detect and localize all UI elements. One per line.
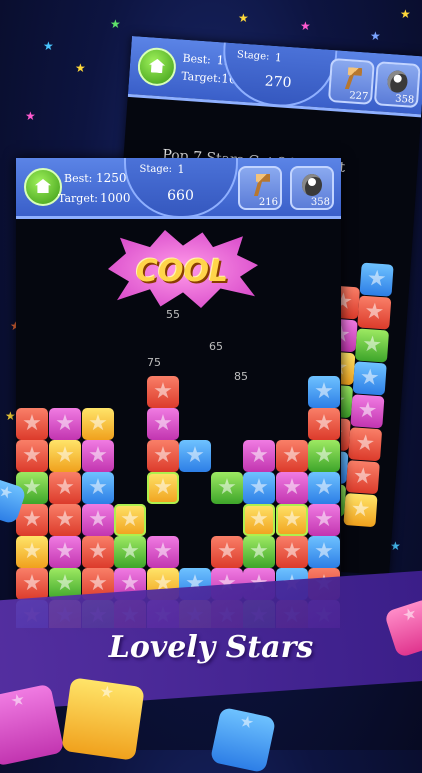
best-label: Best: xyxy=(182,51,212,67)
front-game-screen: Best: 12508 Target: 1000 Stage: 1 660 21… xyxy=(16,158,341,628)
stage-label: Stage: xyxy=(236,49,270,63)
star-tile[interactable] xyxy=(276,536,308,568)
bomb-button[interactable]: 358 xyxy=(373,61,421,109)
star-tile[interactable] xyxy=(343,493,378,528)
star-tile[interactable] xyxy=(16,536,48,568)
floating-points: 75 xyxy=(147,356,161,369)
star-icon: ★ xyxy=(5,409,16,423)
target-label: Target: xyxy=(58,192,98,205)
star-tile[interactable] xyxy=(243,472,275,504)
star-tile[interactable] xyxy=(354,328,390,363)
star-tile[interactable] xyxy=(114,536,146,568)
back-hud: Best: 12508 Target: 1000 Stage: 1 270 22… xyxy=(127,36,422,118)
star-icon: ★ xyxy=(25,109,36,123)
home-icon[interactable] xyxy=(136,46,178,88)
star-tile[interactable] xyxy=(147,440,179,472)
star-tile[interactable] xyxy=(308,536,340,568)
star-icon: ★ xyxy=(238,11,249,25)
star-tile[interactable] xyxy=(308,408,340,440)
star-icon: ★ xyxy=(300,19,311,33)
star-tile[interactable] xyxy=(16,440,48,472)
star-tile[interactable] xyxy=(49,408,81,440)
bomb-count: 358 xyxy=(310,197,330,208)
star-icon: ★ xyxy=(110,17,121,31)
star-tile[interactable] xyxy=(147,472,179,504)
star-tile[interactable] xyxy=(345,460,380,495)
home-icon[interactable] xyxy=(24,168,62,206)
star-tile[interactable] xyxy=(211,536,243,568)
decorative-star-tile xyxy=(209,706,277,773)
hammer-icon xyxy=(341,67,362,90)
star-tile[interactable] xyxy=(276,472,308,504)
star-tile[interactable] xyxy=(243,504,275,536)
star-tile[interactable] xyxy=(211,472,243,504)
floating-points: 85 xyxy=(234,370,248,383)
score-value: 270 xyxy=(264,73,293,92)
tagline-text: Lovely Stars xyxy=(108,630,314,665)
star-tile[interactable] xyxy=(179,440,211,472)
decorative-star-tile xyxy=(61,677,145,761)
star-tile[interactable] xyxy=(82,504,114,536)
bomb-count: 358 xyxy=(394,93,415,106)
star-icon: ★ xyxy=(75,61,86,75)
star-tile[interactable] xyxy=(16,568,48,600)
star-tile[interactable] xyxy=(49,504,81,536)
hammer-button[interactable]: 227 xyxy=(327,57,375,105)
star-tile[interactable] xyxy=(16,504,48,536)
star-tile[interactable] xyxy=(82,536,114,568)
hammer-count: 216 xyxy=(258,197,278,208)
star-tile[interactable] xyxy=(243,440,275,472)
target-label: Target: xyxy=(180,69,222,86)
star-tile[interactable] xyxy=(49,536,81,568)
bomb-icon xyxy=(302,174,322,196)
score-bowl: Stage: 1 660 xyxy=(123,158,238,218)
star-tile[interactable] xyxy=(49,440,81,472)
star-tile[interactable] xyxy=(82,472,114,504)
star-tile[interactable] xyxy=(276,440,308,472)
star-tile[interactable] xyxy=(82,408,114,440)
star-tile[interactable] xyxy=(276,504,308,536)
hammer-count: 227 xyxy=(348,90,369,103)
star-tile[interactable] xyxy=(82,440,114,472)
star-tile[interactable] xyxy=(357,295,392,330)
front-hud: Best: 12508 Target: 1000 Stage: 1 660 21… xyxy=(16,158,341,219)
star-icon: ★ xyxy=(370,29,381,43)
star-tile[interactable] xyxy=(308,376,340,408)
stage-value: 1 xyxy=(274,51,283,65)
star-tile[interactable] xyxy=(147,376,179,408)
star-tile[interactable] xyxy=(147,408,179,440)
star-tile[interactable] xyxy=(49,472,81,504)
combo-text: COOL xyxy=(135,254,229,289)
bomb-button[interactable]: 358 xyxy=(290,166,334,210)
floating-points: 65 xyxy=(209,340,223,353)
star-tile[interactable] xyxy=(348,427,383,462)
star-tile[interactable] xyxy=(308,472,340,504)
star-tile[interactable] xyxy=(16,408,48,440)
star-tile[interactable] xyxy=(243,536,275,568)
star-tile[interactable] xyxy=(308,504,340,536)
score-value: 660 xyxy=(167,188,194,204)
star-icon: ★ xyxy=(43,39,54,53)
stage-value: 1 xyxy=(177,163,185,176)
hammer-button[interactable]: 216 xyxy=(238,166,282,210)
score-bowl: Stage: 1 270 xyxy=(219,42,338,111)
star-icon: ★ xyxy=(390,539,401,553)
star-tile[interactable] xyxy=(114,504,146,536)
star-tile[interactable] xyxy=(147,536,179,568)
star-icon: ★ xyxy=(400,7,411,21)
stage-label: Stage: xyxy=(139,164,173,175)
hammer-icon xyxy=(254,174,270,196)
best-label: Best: xyxy=(64,172,93,185)
star-tile[interactable] xyxy=(350,394,385,429)
floating-points: 55 xyxy=(166,308,180,321)
star-tile[interactable] xyxy=(352,361,387,396)
bomb-icon xyxy=(386,69,409,94)
star-tile[interactable] xyxy=(308,440,340,472)
star-tile[interactable] xyxy=(359,262,394,297)
